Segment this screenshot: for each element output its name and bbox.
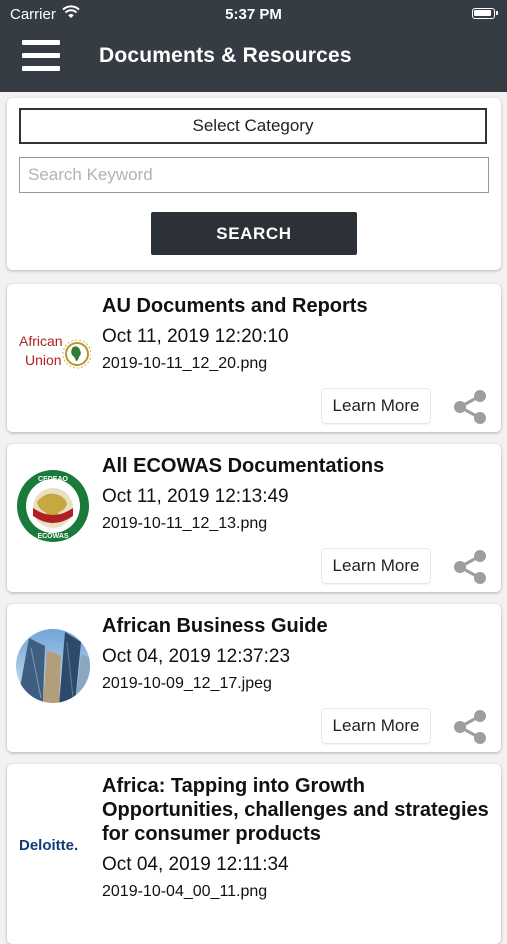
document-card-deloitte[interactable]: Deloitte. Africa: Tapping into Growth Op… bbox=[7, 764, 501, 944]
document-filename: 2019-10-04_00_11.png bbox=[102, 883, 268, 900]
share-icon[interactable] bbox=[451, 388, 489, 426]
learn-more-button[interactable]: Learn More bbox=[321, 708, 431, 744]
document-card-au[interactable]: African Union AU Documents and Reports O… bbox=[7, 284, 501, 432]
african-union-logo: African Union bbox=[19, 333, 91, 369]
learn-more-button[interactable]: Learn More bbox=[321, 548, 431, 584]
document-title: All ECOWAS Documentations bbox=[102, 455, 385, 477]
svg-text:African: African bbox=[19, 333, 63, 349]
document-date: Oct 04, 2019 12:37:23 bbox=[102, 646, 291, 667]
deloitte-logo: Deloitte. bbox=[19, 837, 78, 854]
category-select[interactable]: Select Category bbox=[19, 108, 487, 144]
document-title: African Business Guide bbox=[102, 615, 328, 637]
document-card-ecowas[interactable]: CEDEAO ECOWAS All ECOWAS Documentations … bbox=[7, 444, 501, 592]
ecowas-logo: CEDEAO ECOWAS bbox=[17, 470, 89, 542]
status-time: 5:37 PM bbox=[225, 6, 282, 23]
document-title: Africa: Tapping into Growth Opportunitie… bbox=[102, 775, 489, 845]
document-date: Oct 11, 2019 12:20:10 bbox=[102, 326, 289, 347]
svg-text:Union: Union bbox=[25, 352, 62, 368]
search-button[interactable]: SEARCH bbox=[151, 212, 357, 255]
svg-text:CEDEAO: CEDEAO bbox=[38, 476, 69, 483]
status-bar: Carrier 5:37 PM bbox=[0, 0, 507, 30]
skyscrapers-photo bbox=[16, 629, 90, 703]
document-filename: 2019-10-09_12_17.jpeg bbox=[102, 675, 272, 692]
search-panel: Select Category SEARCH bbox=[7, 98, 501, 270]
document-date: Oct 04, 2019 12:11:34 bbox=[102, 854, 289, 875]
svg-text:Deloitte.: Deloitte. bbox=[19, 837, 78, 854]
document-filename: 2019-10-11_12_20.png bbox=[102, 355, 268, 372]
document-filename: 2019-10-11_12_13.png bbox=[102, 515, 268, 532]
document-date: Oct 11, 2019 12:13:49 bbox=[102, 486, 289, 507]
document-card-business-guide[interactable]: African Business Guide Oct 04, 2019 12:3… bbox=[7, 604, 501, 752]
search-keyword-input[interactable] bbox=[19, 157, 489, 193]
page-title: Documents & Resources bbox=[99, 44, 352, 67]
hamburger-menu-icon[interactable] bbox=[22, 40, 60, 76]
nav-bar: Documents & Resources bbox=[0, 30, 507, 92]
document-title: AU Documents and Reports bbox=[102, 295, 368, 317]
svg-text:ECOWAS: ECOWAS bbox=[37, 533, 68, 540]
learn-more-button[interactable]: Learn More bbox=[321, 388, 431, 424]
battery-icon bbox=[472, 8, 498, 19]
share-icon[interactable] bbox=[451, 708, 489, 746]
share-icon[interactable] bbox=[451, 548, 489, 586]
